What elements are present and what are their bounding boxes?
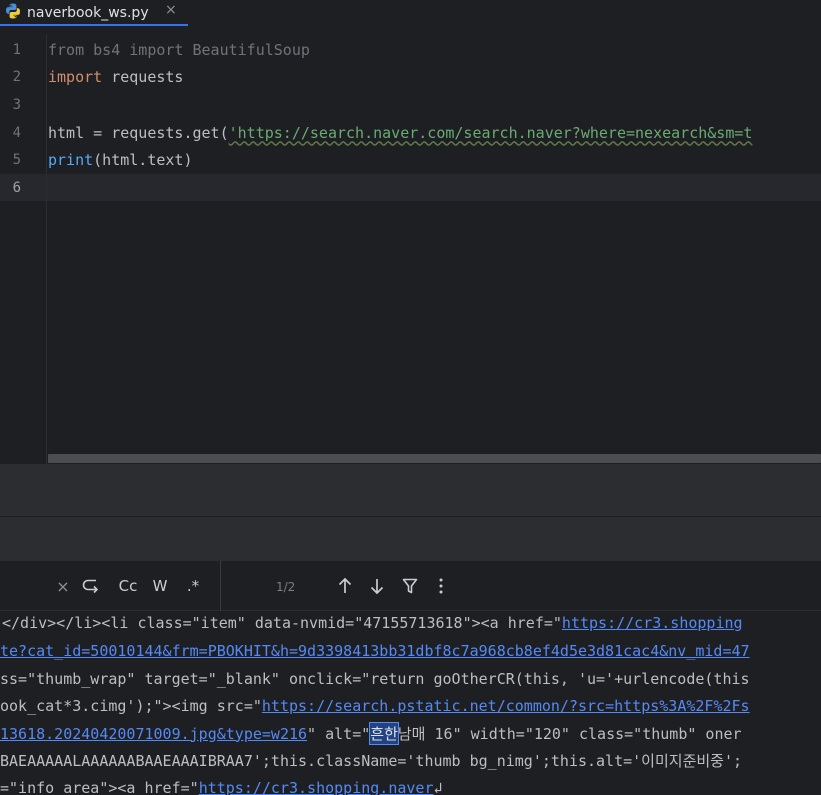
output-line: </div></li><li class="item" data-nvmid="… xyxy=(2,611,743,636)
file-tab-label: naverbook_ws.py xyxy=(27,5,149,21)
output-link[interactable]: 13618.20240420071009.jpg&type=w216 xyxy=(0,725,307,743)
words-icon[interactable]: W xyxy=(150,576,170,596)
code-token: import xyxy=(48,67,103,86)
python-icon xyxy=(4,2,27,24)
output-line: ss="thumb_wrap" target="_blank" onclick=… xyxy=(0,665,750,692)
line-number: 6 xyxy=(12,179,21,196)
close-icon[interactable]: × xyxy=(55,576,71,596)
line-number: 5 xyxy=(12,151,21,168)
editor-tab-bar: naverbook_ws.py × xyxy=(0,0,821,26)
line-number: 2 xyxy=(12,68,21,85)
code-token: html = requests.get( xyxy=(48,123,229,142)
search-match: 흔한 xyxy=(369,722,399,745)
output-text: ↲ xyxy=(433,778,443,795)
output-text: 남매 16" width="120" class="thumb" oner xyxy=(397,725,742,743)
output-link[interactable]: https://search.pstatic.net/common/?src=h… xyxy=(262,697,750,715)
code-token: from bs4 import BeautifulSoup xyxy=(48,40,310,59)
code-text: html = requests.get('https://search.nave… xyxy=(48,124,752,142)
match-case-icon[interactable]: Cc xyxy=(115,576,141,596)
line-number: 4 xyxy=(12,124,21,141)
output-text: </div></li><li class="item" data-nvmid="… xyxy=(2,613,562,632)
output-link[interactable]: te?cat_id=50010144&frm=PBOKHIT&h=9d33984… xyxy=(0,642,750,660)
code-token: requests xyxy=(102,67,184,86)
run-output[interactable]: </div></li><li class="item" data-nvmid="… xyxy=(0,611,821,795)
output-link[interactable]: https://cr3.shopping xyxy=(562,614,743,632)
code-line[interactable]: 1 from bs4 import BeautifulSoup xyxy=(0,36,821,63)
code-token: 'https://search.naver.com/search.naver?w… xyxy=(228,123,753,142)
line-number: 3 xyxy=(12,96,21,113)
file-tab[interactable]: naverbook_ws.py × xyxy=(0,0,188,26)
code-text: from bs4 import BeautifulSoup xyxy=(48,41,310,59)
regex-icon[interactable]: .* xyxy=(182,576,204,596)
code-text: print(html.text) xyxy=(48,151,193,169)
filter-icon[interactable] xyxy=(400,576,420,596)
close-tab-icon[interactable]: × xyxy=(165,2,177,18)
tool-window-strip xyxy=(0,464,821,516)
output-line: 13618.20240420071009.jpg&type=w216 " alt=… xyxy=(0,720,742,747)
replace-icon[interactable] xyxy=(80,576,102,596)
code-line[interactable]: 6 xyxy=(0,174,821,201)
more-icon[interactable] xyxy=(434,576,448,596)
next-icon[interactable] xyxy=(367,576,387,596)
output-line: BAEAAAAALAAAAAABAAEAAAIBRAA7';this.class… xyxy=(0,747,742,774)
find-toolbar: × Cc W .* 1/2 xyxy=(0,561,821,611)
output-text: ="info_area"><a href=" xyxy=(0,778,199,795)
code-token: (html.text) xyxy=(93,150,193,169)
code-token: print xyxy=(48,150,94,169)
line-number: 1 xyxy=(12,41,21,58)
output-link[interactable]: https://cr3.shopping.naver xyxy=(199,779,434,795)
toolbar-separator xyxy=(220,561,221,611)
code-editor[interactable]: 1 from bs4 import BeautifulSoup 2 import re… xyxy=(0,34,821,464)
match-count: 1/2 xyxy=(276,580,296,594)
code-line[interactable]: 5 print(html.text) xyxy=(0,146,821,173)
horizontal-scrollbar[interactable] xyxy=(48,454,821,463)
output-line: ="info_area"><a href=" https://cr3.shoppi… xyxy=(0,774,443,795)
code-text: import requests xyxy=(48,68,183,86)
output-line: te?cat_id=50010144&frm=PBOKHIT&h=9d33984… xyxy=(0,637,750,664)
code-line[interactable]: 3 xyxy=(0,91,821,118)
active-tab-indicator xyxy=(0,24,188,26)
run-panel-header xyxy=(0,517,821,561)
prev-icon[interactable] xyxy=(335,576,355,596)
output-text: ss="thumb_wrap" target="_blank" onclick=… xyxy=(0,669,750,688)
output-text: BAEAAAAALAAAAAABAAEAAAIBRAA7';this.class… xyxy=(0,752,743,770)
output-text: " alt=" xyxy=(307,724,371,743)
code-line[interactable]: 2 import requests xyxy=(0,63,821,90)
code-line[interactable]: 4 html = requests.get('https://search.nav… xyxy=(0,119,821,146)
output-line: ook_cat*3.cimg');"><img src=" https://sea… xyxy=(0,692,750,719)
output-text: ook_cat*3.cimg');"><img src=" xyxy=(0,696,262,715)
